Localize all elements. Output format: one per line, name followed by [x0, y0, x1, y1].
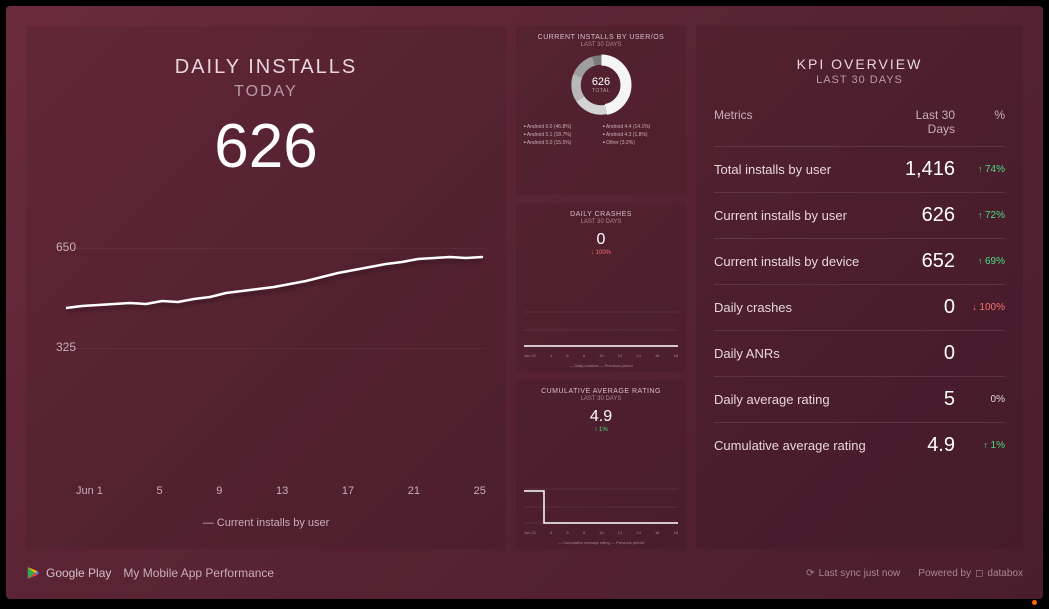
panel-subtitle: LAST 30 DAYS	[522, 219, 680, 225]
sync-status[interactable]: ⟳ Last sync just now	[806, 568, 900, 579]
daily-crashes-panel: DAILY CRASHES LAST 30 DAYS 0 ↓ 100% Jun …	[516, 203, 686, 372]
x-tick: 21	[408, 485, 420, 497]
kpi-metric: Current installs by device	[714, 254, 885, 270]
kpi-value: 1,416	[885, 158, 955, 181]
kpi-row: Cumulative average rating4.91%	[714, 422, 1005, 468]
kpi-row: Daily ANRs0	[714, 330, 1005, 376]
panel-subtitle: LAST 30 DAYS	[714, 74, 1005, 86]
kpi-pct: 72%	[955, 210, 1005, 221]
kpi-row: Daily average rating50%	[714, 376, 1005, 422]
kpi-row: Current installs by user62672%	[714, 192, 1005, 238]
crashes-delta: ↓ 100%	[522, 250, 680, 256]
footer: Google Play My Mobile App Performance ⟳ …	[26, 559, 1023, 587]
kpi-value: 5	[885, 388, 955, 411]
x-tick: 5	[157, 485, 163, 497]
kpi-metric: Daily average rating	[714, 392, 885, 408]
brand-label: Google Play	[46, 566, 111, 580]
kpi-metric: Total installs by user	[714, 162, 885, 178]
kpi-metric: Cumulative average rating	[714, 438, 885, 454]
google-play-logo: Google Play	[26, 566, 111, 580]
daily-installs-panel: DAILY INSTALLS TODAY 626 650 325 Jun 1 5…	[26, 26, 506, 549]
kpi-pct: 74%	[955, 164, 1005, 175]
legend-item: Android 4.3 (1.8%)	[603, 132, 678, 138]
panel-title: DAILY CRASHES	[522, 211, 680, 218]
x-tick: 17	[342, 485, 354, 497]
col-pct: %	[955, 108, 1005, 136]
kpi-value: 0	[885, 296, 955, 319]
rating-value: 4.9	[522, 408, 680, 426]
donut-legend: Android 6.0 (46.8%) Android 4.4 (14.1%) …	[522, 124, 680, 146]
panel-title: CURRENT INSTALLS BY USER/OS	[522, 34, 680, 41]
installs-by-os-panel: CURRENT INSTALLS BY USER/OS LAST 30 DAYS	[516, 26, 686, 195]
mini-legend: — Daily crashes — Previous period	[516, 363, 686, 368]
panel-title: KPI OVERVIEW	[714, 56, 1005, 72]
col-metrics: Metrics	[714, 108, 885, 136]
x-axis: Jun 1 5 9 13 17 21 25	[76, 485, 486, 497]
sync-label: Last sync just now	[819, 568, 901, 579]
refresh-icon: ⟳	[806, 568, 814, 579]
kpi-row: Total installs by user1,41674%	[714, 146, 1005, 192]
kpi-value: 4.9	[885, 434, 955, 457]
kpi-pct: 69%	[955, 256, 1005, 267]
legend-item: Android 5.1 (18.7%)	[524, 132, 599, 138]
legend-item: Android 5.0 (15.5%)	[524, 140, 599, 146]
kpi-value: 0	[885, 342, 955, 365]
x-tick: 9	[216, 485, 222, 497]
chart-legend: Current installs by user	[26, 517, 506, 529]
x-tick: 13	[276, 485, 288, 497]
panel-subtitle: LAST 30 DAYS	[522, 396, 680, 402]
dashboard-title: My Mobile App Performance	[123, 566, 274, 580]
mini-x-axis: Jun 224681012141618	[524, 353, 678, 358]
mini-legend: — Cumulative average rating — Previous p…	[516, 540, 686, 545]
panel-title: DAILY INSTALLS	[46, 56, 486, 79]
dashboard-shell: DAILY INSTALLS TODAY 626 650 325 Jun 1 5…	[6, 6, 1043, 599]
kpi-metric: Daily ANRs	[714, 346, 885, 362]
kpi-value: 626	[885, 204, 955, 227]
crashes-value: 0	[522, 231, 680, 249]
rating-delta: ↑ 1%	[522, 427, 680, 433]
x-tick: 25	[474, 485, 486, 497]
databox-icon: ◻	[975, 568, 983, 579]
panel-title: CUMULATIVE AVERAGE RATING	[522, 388, 680, 395]
kpi-pct: 0%	[955, 394, 1005, 405]
crashes-line-chart	[524, 300, 678, 348]
avg-rating-panel: CUMULATIVE AVERAGE RATING LAST 30 DAYS 4…	[516, 380, 686, 549]
panel-subtitle: LAST 30 DAYS	[522, 42, 680, 48]
kpi-value: 652	[885, 250, 955, 273]
kpi-pct: 1%	[955, 440, 1005, 451]
donut-center-label: TOTAL	[592, 88, 610, 94]
panel-subtitle: TODAY	[46, 83, 486, 101]
kpi-overview-panel: KPI OVERVIEW LAST 30 DAYS Metrics Last 3…	[696, 26, 1023, 549]
kpi-table-body: Total installs by user1,41674%Current in…	[714, 146, 1005, 468]
mini-x-axis: Jun 224681012141618	[524, 530, 678, 535]
kpi-pct: 100%	[955, 302, 1005, 313]
kpi-table-header: Metrics Last 30 Days %	[714, 108, 1005, 146]
status-dot-icon	[1032, 600, 1037, 605]
legend-item: Other (3.2%)	[603, 140, 678, 146]
y-tick: 325	[56, 340, 76, 354]
kpi-metric: Daily crashes	[714, 300, 885, 316]
daily-installs-value: 626	[46, 111, 486, 182]
kpi-row: Daily crashes0100%	[714, 284, 1005, 330]
legend-item: Android 6.0 (46.8%)	[524, 124, 599, 130]
x-tick: Jun 1	[76, 485, 103, 497]
donut-center-value: 626	[592, 76, 610, 88]
daily-installs-line-chart	[66, 226, 486, 326]
legend-item: Android 4.4 (14.1%)	[603, 124, 678, 130]
databox-label: databox	[987, 568, 1023, 579]
col-last30: Last 30 Days	[885, 108, 955, 136]
middle-column: CURRENT INSTALLS BY USER/OS LAST 30 DAYS	[516, 26, 686, 549]
os-donut-chart: 626 TOTAL	[568, 52, 634, 118]
rating-line-chart	[524, 477, 678, 525]
kpi-row: Current installs by device65269%	[714, 238, 1005, 284]
kpi-metric: Current installs by user	[714, 208, 885, 224]
powered-by: Powered by ◻ databox	[918, 568, 1023, 579]
play-icon	[26, 566, 40, 580]
